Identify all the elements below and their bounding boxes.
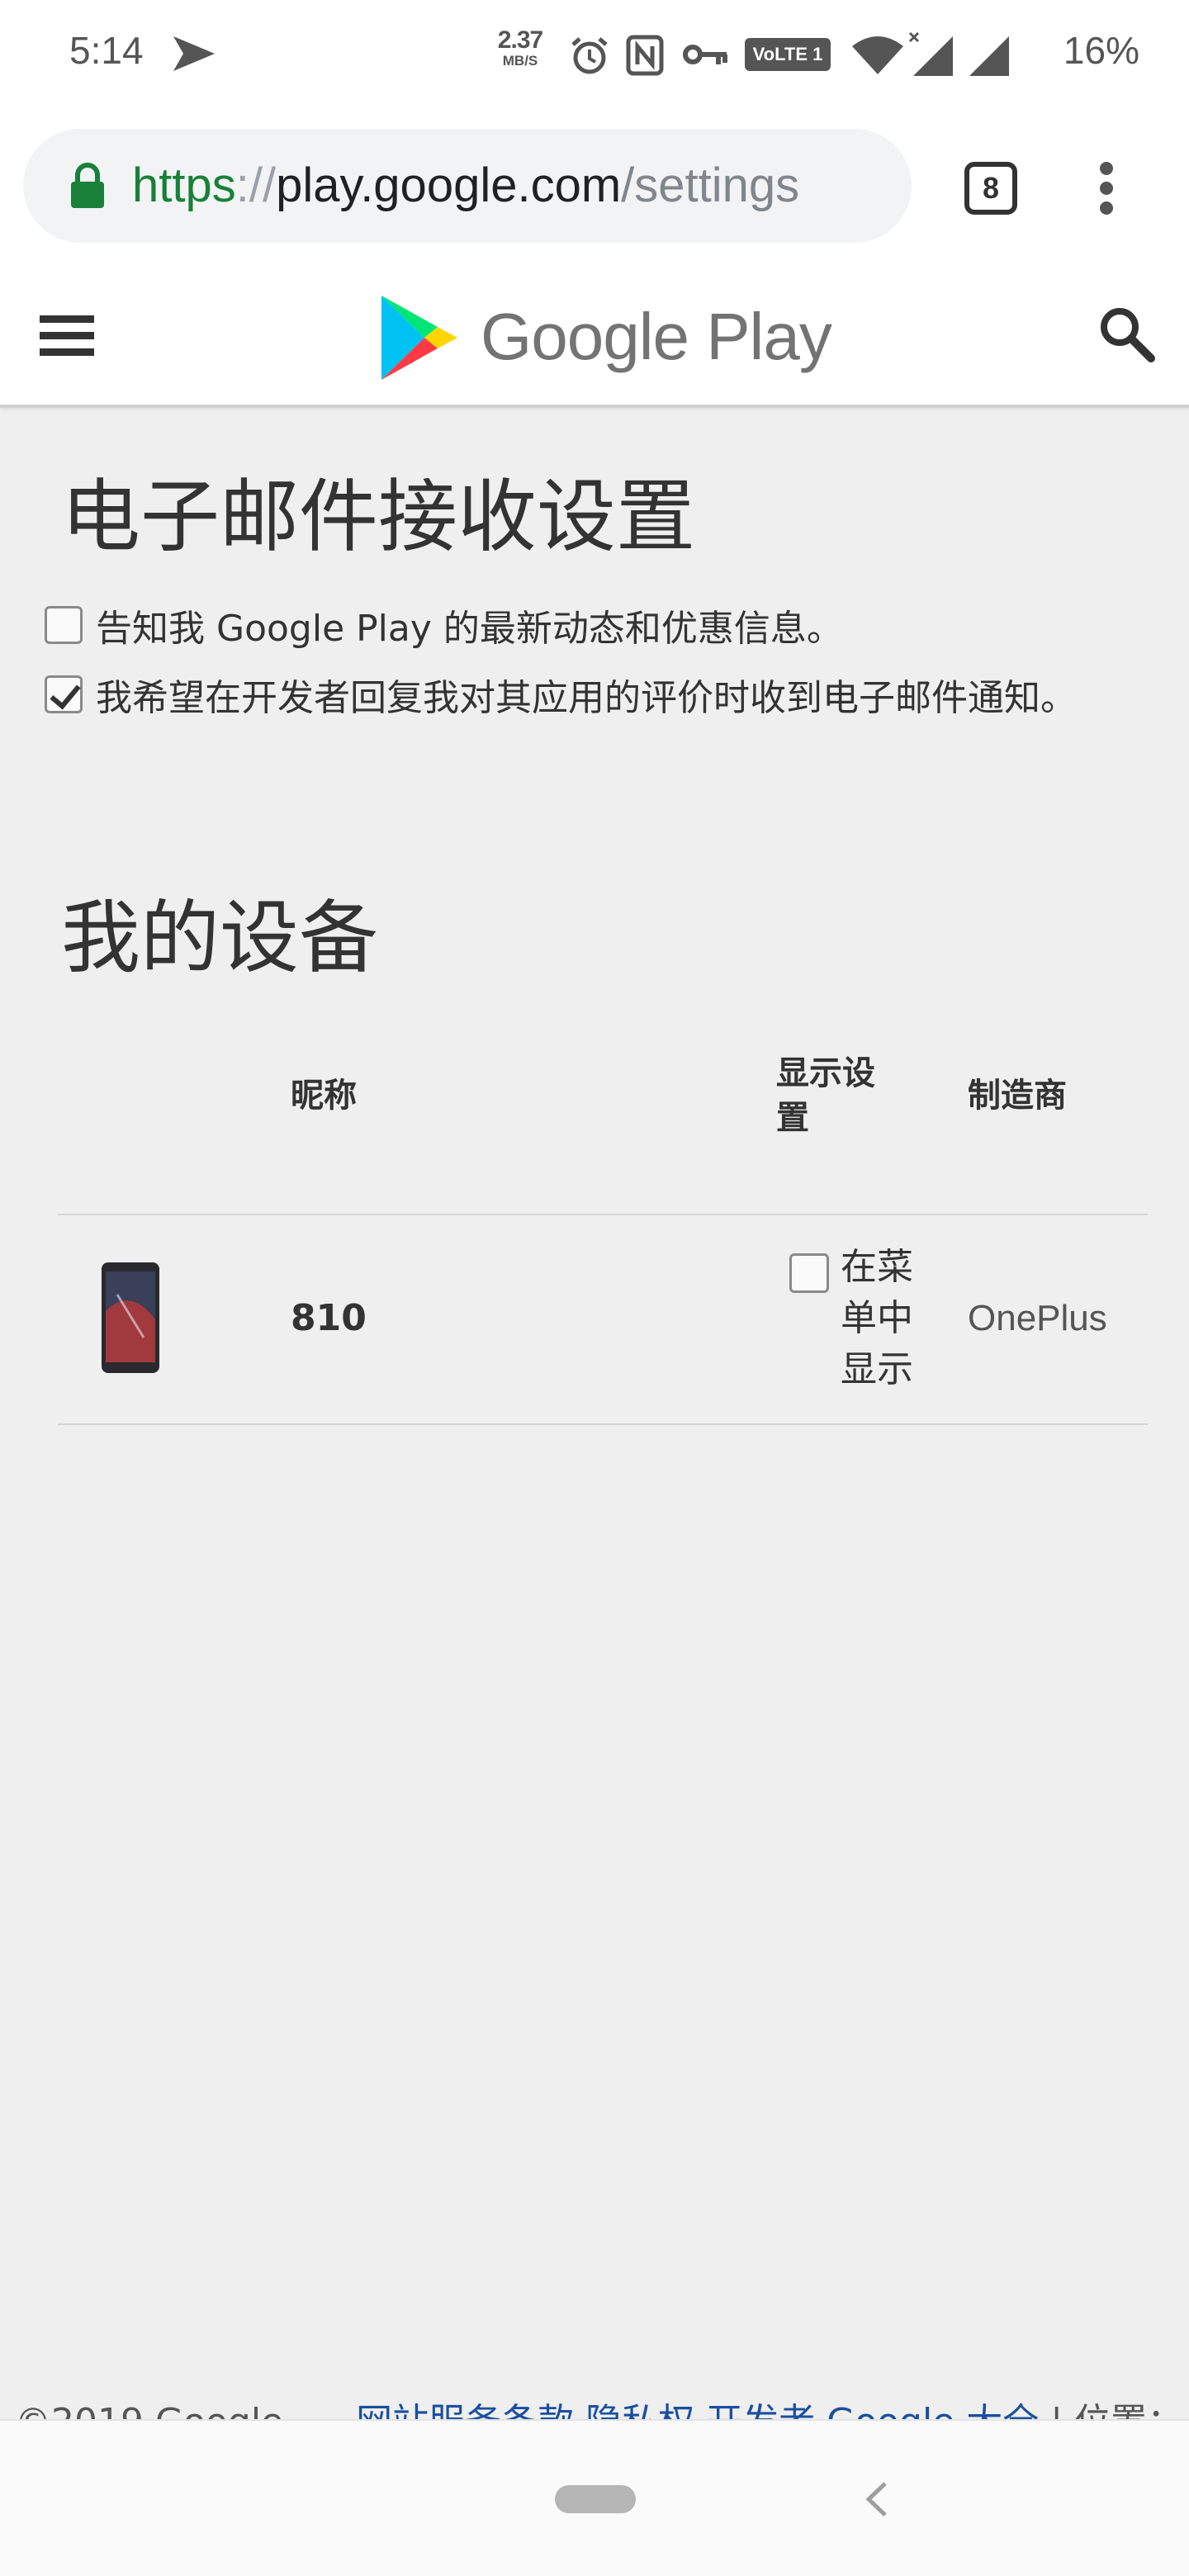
email-settings-heading: 电子邮件接收设置 xyxy=(61,471,695,563)
volte-badge: VoLTE 1 xyxy=(745,38,831,71)
url-text[interactable]: https://play.google.com/settings xyxy=(132,157,799,215)
signal-icon-2 xyxy=(969,36,1009,76)
show-in-menu-label: 在菜单中显示 xyxy=(841,1246,913,1390)
show-in-menu-checkbox[interactable] xyxy=(789,1253,829,1293)
dev-replies-label: 我希望在开发者回复我对其应用的评价时收到电子邮件通知。 xyxy=(96,677,1077,719)
email-option-promotions: 告知我 Google Play 的最新动态和优惠信息。 xyxy=(45,594,1151,664)
battery-percentage: 16% xyxy=(1063,29,1139,72)
column-manufacturer: 制造商 xyxy=(968,1077,1067,1115)
url-scheme: https xyxy=(132,159,236,212)
system-navigation-bar xyxy=(0,2419,1189,2576)
email-option-dev-replies: 我希望在开发者回复我对其应用的评价时收到电子邮件通知。 xyxy=(45,664,1126,733)
hamburger-menu-icon[interactable] xyxy=(40,315,94,357)
network-speed: 2.37 MB/S xyxy=(497,26,543,69)
dev-replies-checkbox[interactable] xyxy=(45,675,83,713)
promotions-label: 告知我 Google Play 的最新动态和优惠信息。 xyxy=(96,608,843,650)
wifi-icon xyxy=(852,36,903,74)
google-play-header: Google Play xyxy=(0,268,1189,408)
url-host: play.google.com xyxy=(276,159,622,212)
column-visibility: 显示设置 xyxy=(776,1054,875,1137)
url-path: /settings xyxy=(621,159,800,212)
tab-switcher-button[interactable]: 8 xyxy=(964,162,1017,215)
home-button[interactable] xyxy=(555,2485,636,2513)
status-bar: 5:14 2.37 MB/S VoLTE 1 16% xyxy=(0,0,1189,109)
status-time: 5:14 xyxy=(69,29,144,72)
google-play-title: Google Play xyxy=(481,300,832,373)
table-divider xyxy=(58,1214,1148,1215)
device-manufacturer: OnePlus xyxy=(968,1298,1107,1338)
back-icon[interactable] xyxy=(864,2480,888,2518)
my-devices-heading: 我的设备 xyxy=(61,892,378,984)
vpn-key-icon xyxy=(683,45,727,64)
address-bar[interactable]: https://play.google.com/settings xyxy=(23,129,912,243)
device-nickname: 810 xyxy=(291,1297,367,1339)
signal-icon xyxy=(908,31,953,76)
send-icon xyxy=(173,36,215,71)
promotions-checkbox[interactable] xyxy=(45,606,83,644)
more-options-icon[interactable] xyxy=(1092,162,1125,215)
nfc-icon xyxy=(626,35,664,76)
lock-icon xyxy=(71,163,104,208)
browser-toolbar: https://play.google.com/settings 8 xyxy=(0,109,1189,268)
alarm-icon xyxy=(571,37,608,74)
column-nickname: 昵称 xyxy=(291,1077,357,1115)
google-play-logo-icon xyxy=(381,296,457,380)
table-divider xyxy=(58,1423,1148,1425)
device-thumbnail xyxy=(102,1262,159,1373)
url-separator: :// xyxy=(235,159,277,212)
search-icon[interactable] xyxy=(1098,305,1156,363)
